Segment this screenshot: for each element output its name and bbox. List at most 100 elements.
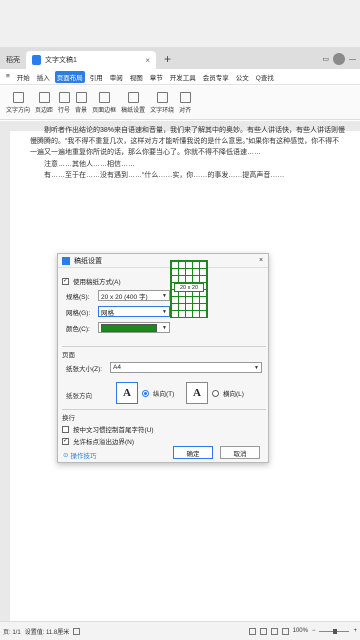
paragraph: 有……至于在……没有遇到……“什么……实，你……的事发……提高声音…… <box>44 171 285 179</box>
help-icon: ⊙ <box>63 452 69 459</box>
close-tab-icon[interactable]: × <box>145 56 150 65</box>
menu-item-devtools[interactable]: 开发工具 <box>168 71 198 83</box>
landscape-radio[interactable] <box>212 389 219 397</box>
setting-value: 设置值: 11.8厘米 <box>24 629 70 636</box>
spec-label: 规格(S): <box>66 293 90 301</box>
ribbon-text-direction[interactable]: 文字方向 <box>6 89 30 116</box>
window-list-icon[interactable]: ▭ <box>322 55 329 63</box>
paper-size-select[interactable]: A4 ▼ <box>110 362 262 373</box>
search-button[interactable]: Q查找 <box>256 72 274 82</box>
minimize-icon[interactable]: — <box>349 56 356 63</box>
ribbon: 文字方向 页边距 行号 背景 页面边框 稿纸设置 文字环绕 对齐 <box>0 86 360 120</box>
chevron-down-icon: ▼ <box>254 364 259 371</box>
dialog-title: 稿纸设置 <box>74 257 102 265</box>
text-wrap-icon <box>156 91 168 103</box>
paragraph: 注意……其他人……相信…… <box>44 160 135 168</box>
chk2-label: 允许标点溢出边界(N) <box>73 439 135 446</box>
use-grid-label: 使用稿纸方式(A) <box>73 279 121 286</box>
page-border-icon <box>98 91 110 103</box>
use-grid-checkbox[interactable]: ✓ <box>62 277 69 285</box>
zoom-out-icon[interactable]: − <box>312 628 316 634</box>
ribbon-text-wrap[interactable]: 文字环绕 <box>150 89 174 116</box>
color-row: 颜色(C): ▼ <box>66 322 170 333</box>
tab-document[interactable]: 文字文稿1 × <box>26 51 156 69</box>
menu-item-insert[interactable]: 插入 <box>35 71 52 83</box>
ribbon-page-border[interactable]: 页面边框 <box>92 89 116 116</box>
landscape-label: 横向(L) <box>223 391 244 398</box>
page-view-icon[interactable] <box>259 627 267 635</box>
eye-icon[interactable] <box>248 627 256 635</box>
close-icon[interactable]: × <box>254 257 268 264</box>
grid-label: 网格(G): <box>66 309 91 317</box>
chk1-row[interactable]: 按中文习惯控制首尾字符(U) <box>62 424 154 434</box>
chevron-down-icon: ▼ <box>162 292 167 299</box>
align-icon <box>179 91 191 103</box>
tab-bar-right: ▭ — <box>318 53 360 69</box>
web-view-icon[interactable] <box>270 627 278 635</box>
landscape-option[interactable]: A 横向(L) <box>186 382 244 404</box>
tab-daoke[interactable]: 稻壳 <box>0 51 26 69</box>
app-icon <box>62 256 70 265</box>
landscape-icon: A <box>186 382 208 404</box>
page-indicator: 页: 1/1 <box>3 629 21 636</box>
grid-paper-icon <box>127 91 139 103</box>
page-section-label: 页面 <box>62 352 75 359</box>
proofing-icon[interactable] <box>73 627 81 635</box>
dialog-title-bar: 稿纸设置 × <box>58 254 268 268</box>
outline-view-icon[interactable] <box>281 627 289 635</box>
menu-item-official[interactable]: 公文 <box>234 71 251 83</box>
document-body[interactable]: 剔听者作出结论的38%来自语速和音量，我们来了解其中的奥妙。有些人讲话快，有些人… <box>30 125 346 181</box>
portrait-radio[interactable] <box>142 389 149 397</box>
ribbon-background[interactable]: 背景 <box>75 89 87 116</box>
menu-item-references[interactable]: 引用 <box>88 71 105 83</box>
ok-button[interactable]: 确定 <box>173 446 213 459</box>
chk1-checkbox[interactable] <box>62 425 69 433</box>
portrait-label: 纵向(T) <box>153 391 175 398</box>
status-bar: 页: 1/1 设置值: 11.8厘米 100% − + <box>0 621 360 640</box>
doc-icon <box>32 55 41 65</box>
menu-item-home[interactable]: 开始 <box>15 71 32 83</box>
orientation-label: 纸张方向 <box>66 393 92 400</box>
ribbon-margins[interactable]: 页边距 <box>35 89 53 116</box>
menu-item-page-layout[interactable]: 页面布局 <box>54 70 85 83</box>
new-tab-button[interactable]: + <box>156 52 179 69</box>
spec-row: 规格(S): 20 x 20 (400 字) ▼ <box>66 290 170 301</box>
tab-bar: 稻壳 文字文稿1 × + ▭ — <box>0 47 360 69</box>
menu-item-member[interactable]: 会员专享 <box>201 71 231 83</box>
menu-item-review[interactable]: 审阅 <box>108 71 125 83</box>
paragraph: 剔听者作出结论的38%来自语速和音量，我们来了解其中的奥妙。有些人讲话快，有些人… <box>30 127 346 157</box>
use-grid-row[interactable]: ✓ 使用稿纸方式(A) <box>62 276 121 286</box>
paper-size-label: 纸张大小(Z): <box>66 365 103 373</box>
line-numbers-icon <box>58 91 70 103</box>
spec-select[interactable]: 20 x 20 (400 字) ▼ <box>98 290 170 301</box>
color-swatch <box>101 323 157 332</box>
background-icon <box>75 91 87 103</box>
cancel-button[interactable]: 取消 <box>220 446 260 459</box>
text-direction-icon <box>12 91 24 103</box>
grid-select[interactable]: 网格 ▼ <box>98 306 170 317</box>
chk2-checkbox[interactable]: ✓ <box>62 437 69 445</box>
color-label: 颜色(C): <box>66 325 90 333</box>
margins-icon <box>38 91 50 103</box>
color-select[interactable]: ▼ <box>98 322 170 333</box>
portrait-option[interactable]: A 纵向(T) <box>116 382 174 404</box>
menu-bar: ≡ 开始 插入 页面布局 引用 审阅 视图 章节 开发工具 会员专享 公文 Q查… <box>0 69 360 85</box>
menu-item-main[interactable]: ≡ <box>4 72 12 81</box>
chk2-row[interactable]: ✓ 允许标点溢出边界(N) <box>62 436 134 446</box>
menu-item-view[interactable]: 视图 <box>128 71 145 83</box>
chevron-down-icon: ▼ <box>162 324 167 331</box>
menu-item-section[interactable]: 章节 <box>148 71 165 83</box>
zoom-slider[interactable] <box>319 628 350 634</box>
top-strip <box>0 0 360 47</box>
avatar[interactable] <box>333 53 345 65</box>
paper-size-row: 纸张大小(Z): A4 ▼ <box>66 362 262 373</box>
zoom-in-icon[interactable]: + <box>353 628 357 634</box>
grid-preview-label: 20 x 20 <box>174 283 204 292</box>
ribbon-line-numbers[interactable]: 行号 <box>58 89 70 116</box>
divider <box>62 409 266 410</box>
grid-row: 网格(G): 网格 ▼ <box>66 306 170 317</box>
help-link[interactable]: ⊙ 操作技巧 <box>63 450 96 460</box>
ribbon-grid-paper[interactable]: 稿纸设置 <box>121 89 145 116</box>
chk1-label: 按中文习惯控制首尾字符(U) <box>73 427 154 434</box>
ribbon-align[interactable]: 对齐 <box>179 89 191 116</box>
